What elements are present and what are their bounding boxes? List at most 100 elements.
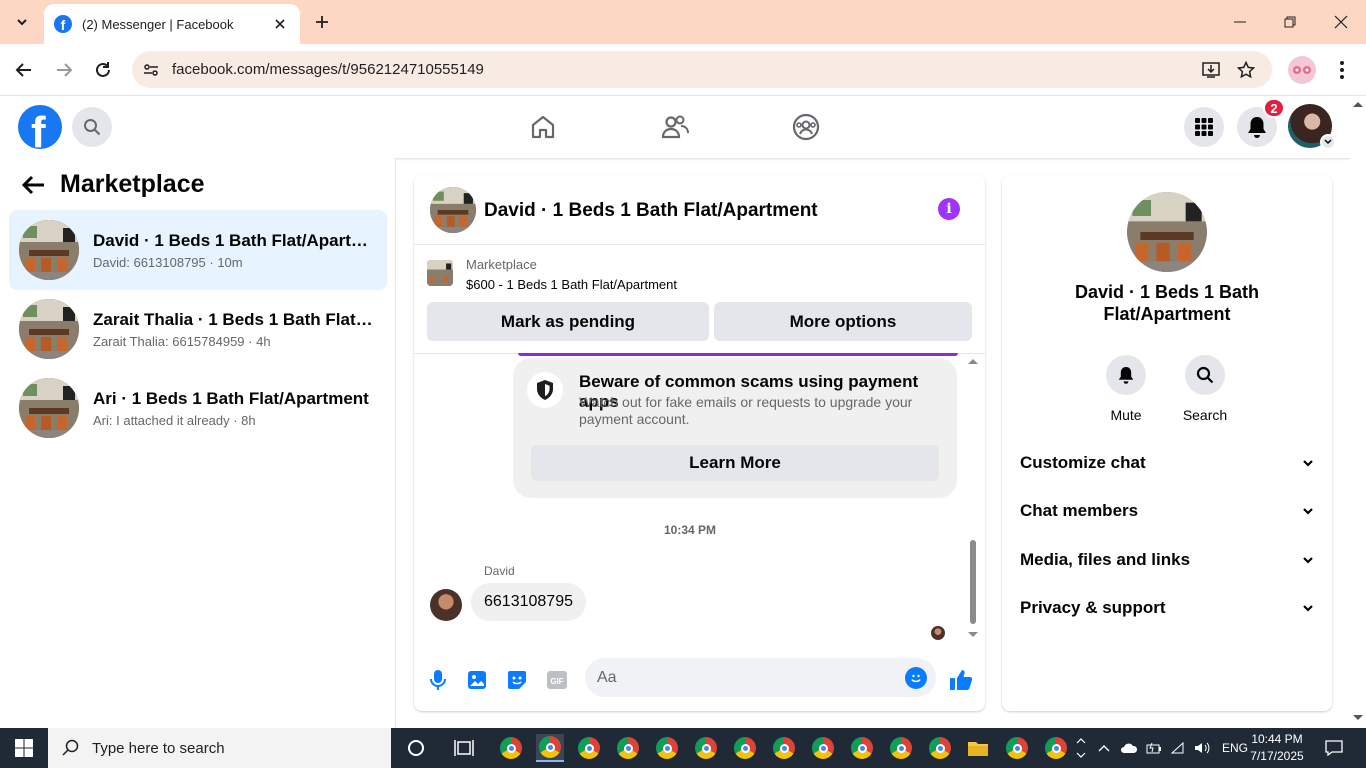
thumbs-up-icon[interactable] <box>948 667 974 693</box>
chrome-taskbar-icon[interactable] <box>692 734 720 762</box>
svg-text:GIF: GIF <box>550 677 563 686</box>
panel-header: Marketplace <box>20 170 205 199</box>
message-input[interactable] <box>597 658 887 697</box>
chrome-taskbar-icon[interactable] <box>614 734 642 762</box>
mute-action[interactable]: Mute <box>1091 355 1161 423</box>
learn-more-button[interactable]: Learn More <box>531 445 939 481</box>
info-icon[interactable]: i <box>938 198 960 220</box>
reload-button[interactable] <box>87 54 119 86</box>
browser-profile-icon[interactable] <box>1288 56 1316 84</box>
message-bubble[interactable]: 6613108795 <box>471 583 586 621</box>
page-scrollbar[interactable] <box>1350 96 1366 728</box>
close-window-button[interactable] <box>1316 0 1366 44</box>
plus-icon <box>316 16 328 28</box>
forward-button[interactable] <box>48 54 80 86</box>
scroll-down-icon[interactable] <box>1352 714 1364 722</box>
groups-nav-button[interactable] <box>789 110 823 144</box>
taskbar-scroll-icon[interactable] <box>1076 733 1086 763</box>
wifi-icon[interactable] <box>1170 741 1186 755</box>
menu-button[interactable] <box>1184 107 1224 147</box>
sticker-icon[interactable] <box>504 667 530 693</box>
file-explorer-icon[interactable] <box>964 734 992 762</box>
chrome-taskbar-icon[interactable] <box>770 734 798 762</box>
arrow-left-icon <box>15 63 31 77</box>
friends-nav-button[interactable] <box>658 110 692 144</box>
tab-search-dropdown[interactable] <box>8 8 36 36</box>
chrome-taskbar-icon[interactable] <box>1042 734 1070 762</box>
minimize-button[interactable] <box>1215 0 1265 44</box>
url-text[interactable]: facebook.com/messages/t/9562124710555149 <box>172 61 484 78</box>
chat-avatar[interactable] <box>430 187 476 233</box>
battery-icon[interactable] <box>1146 741 1162 755</box>
maximize-button[interactable] <box>1265 0 1315 44</box>
chrome-taskbar-icon[interactable] <box>575 734 603 762</box>
read-receipt-avatar <box>931 626 945 640</box>
more-options-button[interactable]: More options <box>714 302 972 341</box>
browser-menu-button[interactable] <box>1326 54 1358 86</box>
bookmark-star-icon[interactable] <box>1235 59 1257 81</box>
gif-icon[interactable]: GIF <box>544 667 570 693</box>
section-label: Privacy & support <box>1020 598 1166 617</box>
listing-thumbnail[interactable] <box>427 260 453 286</box>
customize-chat-section[interactable]: Customize chat <box>1020 453 1314 473</box>
chrome-taskbar-icon[interactable] <box>809 734 837 762</box>
system-clock[interactable]: 10:44 PM 7/17/2025 <box>1244 731 1310 765</box>
chrome-taskbar-icon[interactable] <box>497 734 525 762</box>
emoji-icon[interactable] <box>905 667 927 689</box>
listing-price[interactable]: $600 - 1 Beds 1 Bath Flat/Apartment <box>466 277 677 292</box>
address-bar[interactable]: facebook.com/messages/t/9562124710555149 <box>132 51 1272 88</box>
search-button[interactable] <box>72 107 112 147</box>
microphone-icon[interactable] <box>425 667 451 693</box>
site-info-icon[interactable] <box>140 59 162 81</box>
marketplace-conversations-panel: Marketplace David · 1 Beds 1 Bath Flat/A… <box>0 158 396 728</box>
sender-avatar[interactable] <box>430 589 462 621</box>
chat-header: David · 1 Beds 1 Bath Flat/Apartment i <box>414 175 985 245</box>
account-avatar[interactable] <box>1288 104 1336 150</box>
scroll-down-icon[interactable] <box>967 631 979 639</box>
taskbar-search[interactable]: Type here to search <box>48 728 391 768</box>
conversation-item[interactable]: David · 1 Beds 1 Bath Flat/Apartment Dav… <box>9 210 387 290</box>
scrollbar-thumb[interactable] <box>970 540 976 624</box>
photo-icon[interactable] <box>464 667 490 693</box>
search-icon[interactable] <box>1185 355 1225 395</box>
windows-taskbar: Type here to search ENG 10:44 PM 7/17/20… <box>0 728 1366 768</box>
facebook-logo[interactable]: f <box>18 105 62 149</box>
chrome-taskbar-icon[interactable] <box>848 734 876 762</box>
chrome-taskbar-icon[interactable] <box>1003 734 1031 762</box>
scroll-up-icon[interactable] <box>1352 100 1364 108</box>
install-app-icon[interactable] <box>1200 59 1222 81</box>
chevron-up-icon[interactable] <box>1098 744 1110 752</box>
new-tab-button[interactable] <box>310 10 334 34</box>
conversation-item[interactable]: Ari · 1 Beds 1 Bath Flat/Apartment Ari: … <box>9 368 387 448</box>
start-button[interactable] <box>0 728 48 768</box>
onedrive-cloud-icon[interactable] <box>1120 742 1138 754</box>
browser-tab[interactable]: f (2) Messenger | Facebook <box>44 4 300 44</box>
tab-title: (2) Messenger | Facebook <box>82 16 234 32</box>
chat-title[interactable]: David · 1 Beds 1 Bath Flat/Apartment <box>484 200 818 222</box>
chrome-taskbar-icon[interactable] <box>731 734 759 762</box>
chrome-taskbar-icon[interactable] <box>653 734 681 762</box>
scroll-up-icon[interactable] <box>967 357 979 365</box>
volume-icon[interactable] <box>1194 741 1210 755</box>
chat-members-section[interactable]: Chat members <box>1020 501 1314 521</box>
task-view-icon[interactable] <box>450 734 478 762</box>
back-button[interactable] <box>8 54 40 86</box>
action-center-icon[interactable] <box>1320 734 1348 762</box>
privacy-support-section[interactable]: Privacy & support <box>1020 598 1314 618</box>
close-tab-icon[interactable] <box>270 14 290 34</box>
search-action[interactable]: Search <box>1170 355 1240 423</box>
chat-scrollbar[interactable] <box>967 355 979 645</box>
search-icon <box>84 119 101 136</box>
chrome-taskbar-icon[interactable] <box>887 734 915 762</box>
media-files-links-section[interactable]: Media, files and links <box>1020 550 1314 570</box>
home-nav-button[interactable] <box>526 110 560 144</box>
conversation-item[interactable]: Zarait Thalia · 1 Beds 1 Bath Flat/A... … <box>9 289 387 369</box>
contact-avatar[interactable] <box>1127 192 1207 272</box>
search-icon <box>62 739 79 756</box>
chrome-taskbar-icon[interactable] <box>926 734 954 762</box>
mark-as-pending-button[interactable]: Mark as pending <box>427 302 709 341</box>
back-arrow-icon[interactable] <box>20 174 46 196</box>
bell-icon[interactable] <box>1106 355 1146 395</box>
cortana-icon[interactable] <box>402 734 430 762</box>
chrome-taskbar-icon-active[interactable] <box>536 734 564 762</box>
